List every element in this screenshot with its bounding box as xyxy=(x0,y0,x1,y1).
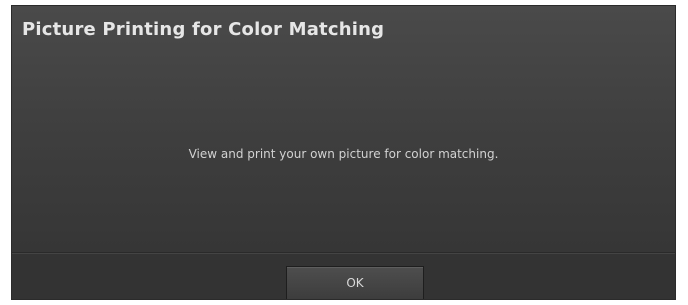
dialog-title: Picture Printing for Color Matching xyxy=(22,19,385,40)
dialog-content: View and print your own picture for colo… xyxy=(12,60,675,252)
dialog-footer: OK xyxy=(12,252,675,299)
ok-button[interactable]: OK xyxy=(286,266,424,299)
dialog-message: View and print your own picture for colo… xyxy=(188,147,499,161)
dialog-window: Picture Printing for Color Matching View… xyxy=(0,0,688,305)
title-bar: Picture Printing for Color Matching xyxy=(12,6,675,60)
footer-divider xyxy=(12,253,675,254)
dialog-panel: Picture Printing for Color Matching View… xyxy=(11,5,676,300)
